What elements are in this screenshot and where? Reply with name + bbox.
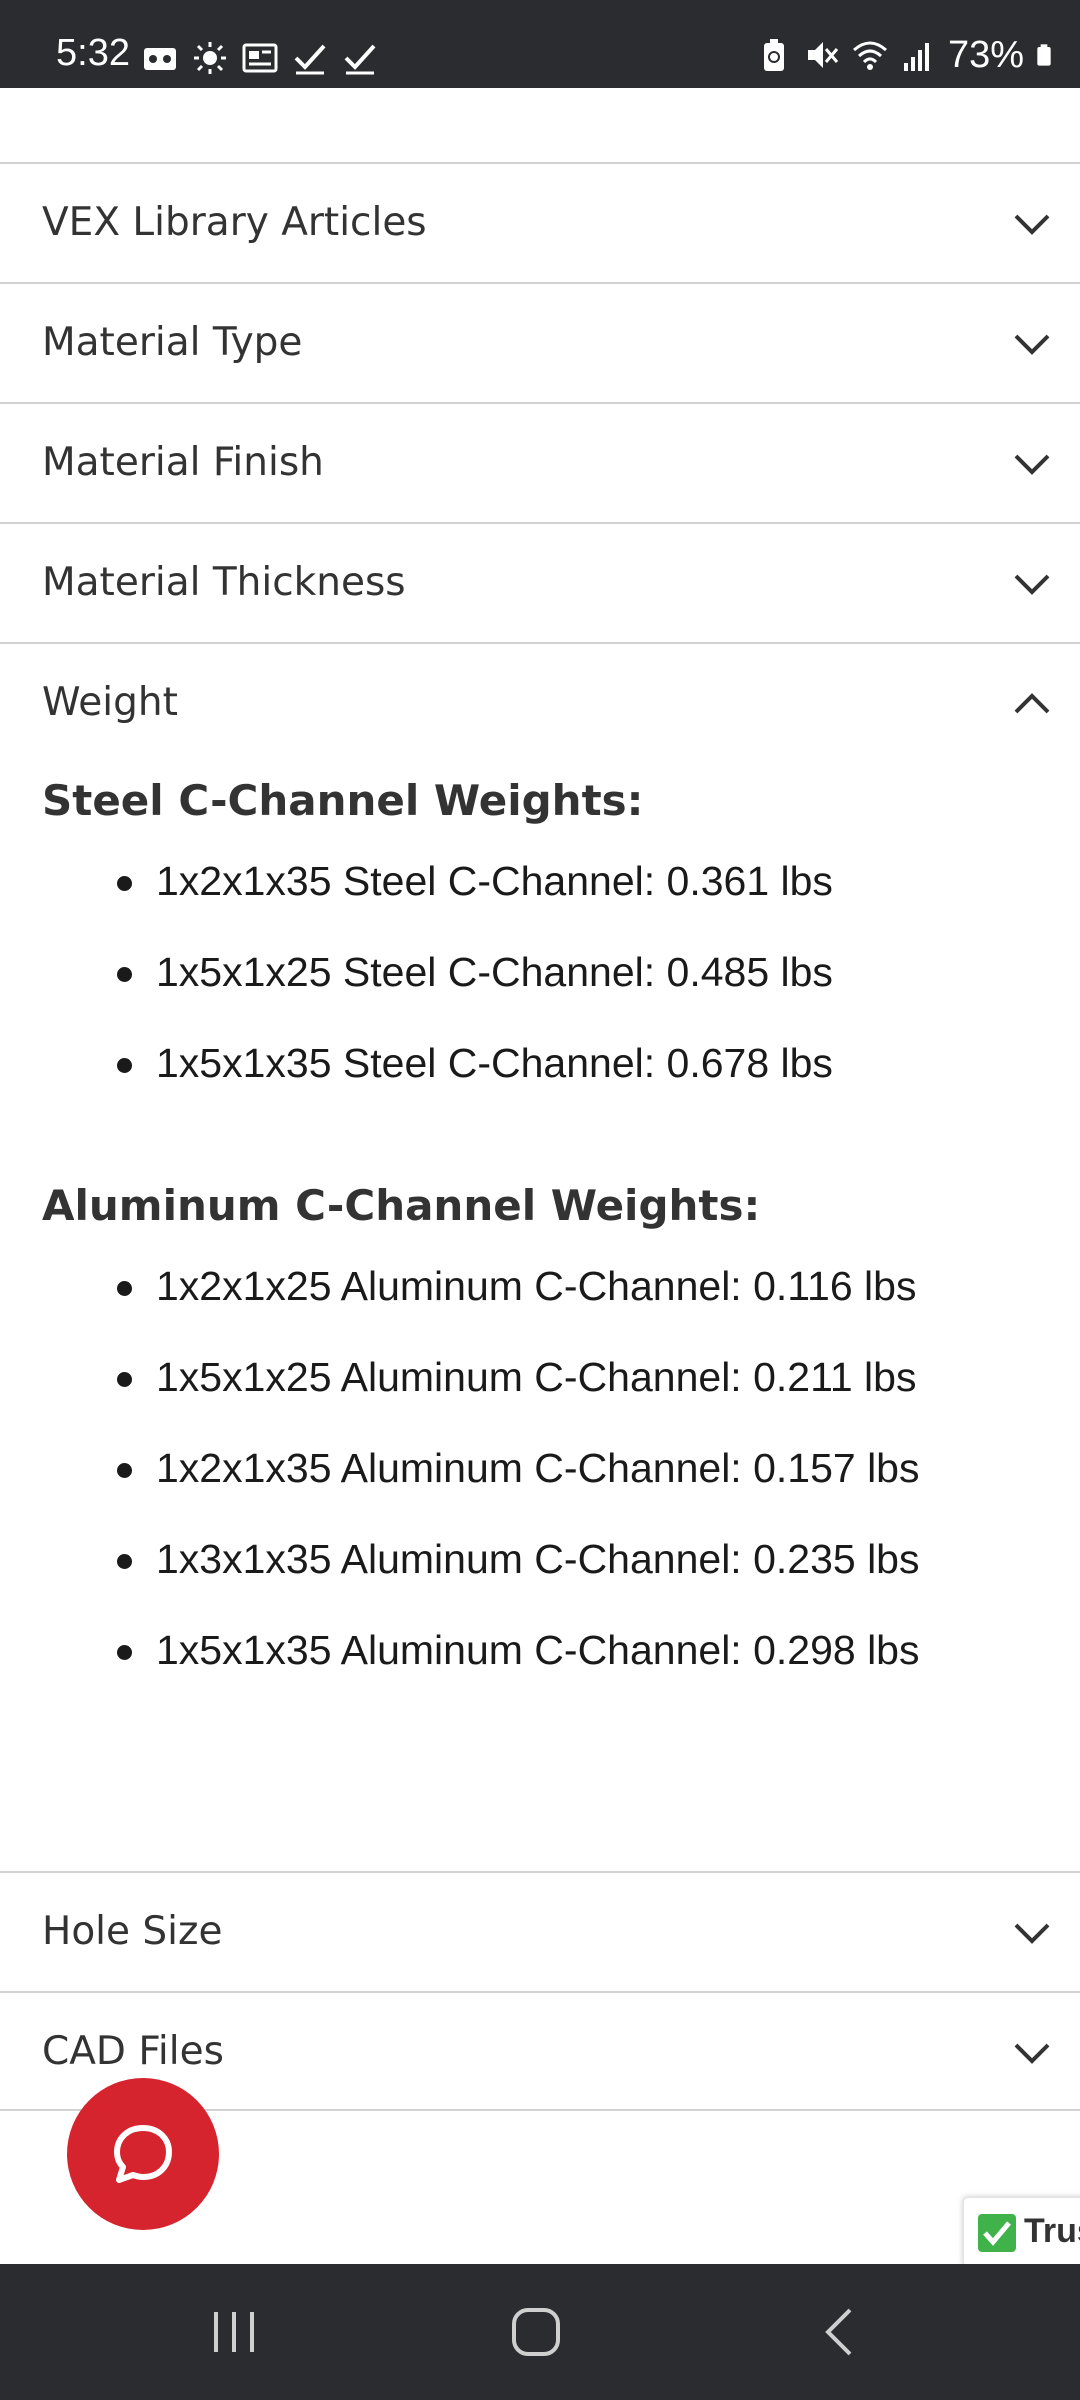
bullet-dot xyxy=(117,967,132,982)
chevron-up-icon xyxy=(1014,693,1050,714)
bullet-dot xyxy=(117,1281,132,1296)
accordion-item-label: CAD Files xyxy=(42,2029,224,2074)
product-details-accordion: VEX Library Articles Material Type Mater… xyxy=(0,162,1080,2111)
system-navigation-bar xyxy=(0,2264,1080,2400)
bullet-dot xyxy=(117,1463,132,1478)
bullet-dot xyxy=(117,1058,132,1073)
accordion-item-label: Hole Size xyxy=(42,1909,223,1954)
accordion-item-weight[interactable]: Weight xyxy=(0,642,1080,762)
accordion-item-vex-library-articles[interactable]: VEX Library Articles xyxy=(0,162,1080,282)
news-icon xyxy=(242,43,278,73)
status-time: 5:32 xyxy=(56,32,130,74)
trust-badge[interactable]: Trus xyxy=(962,2196,1080,2268)
list-item: 1x5x1x35 Steel C-Channel: 0.678 lbs xyxy=(156,1040,833,1086)
list-item: 1x2x1x35 Steel C-Channel: 0.361 lbs xyxy=(156,858,833,904)
wifi-icon xyxy=(852,41,887,70)
steel-weights-heading: Steel C-Channel Weights: xyxy=(42,776,644,825)
system-icons: 73% xyxy=(756,36,1060,74)
checkmark-icon xyxy=(978,2214,1016,2252)
bullet-dot xyxy=(117,1645,132,1660)
list-item: 1x2x1x25 Aluminum C-Channel: 0.116 lbs xyxy=(156,1263,917,1309)
weight-panel: Steel C-Channel Weights: 1x2x1x35 Steel … xyxy=(0,762,1080,1871)
home-icon[interactable] xyxy=(508,2304,564,2360)
accordion-item-material-finish[interactable]: Material Finish xyxy=(0,402,1080,522)
battery-percent: 73% xyxy=(947,34,1024,76)
notification-icons xyxy=(142,40,378,76)
accordion-item-label: Material Type xyxy=(42,320,303,365)
mute-icon xyxy=(807,42,839,68)
list-item: 1x2x1x35 Aluminum C-Channel: 0.157 lbs xyxy=(156,1445,920,1491)
list-item: 1x5x1x25 Aluminum C-Channel: 0.211 lbs xyxy=(156,1354,917,1400)
back-icon[interactable] xyxy=(812,2304,868,2360)
battery-icon xyxy=(1037,44,1051,66)
bullet-dot xyxy=(117,1372,132,1387)
list-item: 1x3x1x35 Aluminum C-Channel: 0.235 lbs xyxy=(156,1536,920,1582)
bullet-dot xyxy=(117,1554,132,1569)
voicemail-icon xyxy=(144,48,176,70)
trust-badge-label: Trus xyxy=(1024,2212,1080,2250)
chat-button[interactable] xyxy=(67,2078,219,2230)
chevron-down-icon xyxy=(1014,574,1050,595)
bullet-dot xyxy=(117,876,132,891)
accordion-item-label: Material Thickness xyxy=(42,560,406,605)
check-icon xyxy=(294,44,326,75)
list-item: 1x5x1x25 Steel C-Channel: 0.485 lbs xyxy=(156,949,833,995)
chevron-down-icon xyxy=(1014,2043,1050,2064)
accordion-item-material-thickness[interactable]: Material Thickness xyxy=(0,522,1080,642)
signal-icon xyxy=(903,43,929,71)
aluminum-weights-heading: Aluminum C-Channel Weights: xyxy=(42,1181,761,1230)
check-icon xyxy=(344,44,376,75)
accordion-item-hole-size[interactable]: Hole Size xyxy=(0,1871,1080,1991)
battery-saver-icon xyxy=(763,39,784,71)
accordion-item-label: Material Finish xyxy=(42,440,324,485)
status-bar: 5:32 73% xyxy=(0,0,1080,88)
list-item: 1x5x1x35 Aluminum C-Channel: 0.298 lbs xyxy=(156,1627,920,1673)
accordion-item-label: VEX Library Articles xyxy=(42,200,427,245)
chevron-down-icon xyxy=(1014,1923,1050,1944)
brightness-icon xyxy=(194,42,226,74)
chevron-down-icon xyxy=(1014,454,1050,475)
chevron-down-icon xyxy=(1014,214,1050,235)
accordion-item-material-type[interactable]: Material Type xyxy=(0,282,1080,402)
accordion-item-label: Weight xyxy=(42,680,178,725)
recent-apps-icon[interactable] xyxy=(206,2304,262,2360)
chevron-down-icon xyxy=(1014,334,1050,355)
chat-bubble-icon xyxy=(114,2125,172,2183)
